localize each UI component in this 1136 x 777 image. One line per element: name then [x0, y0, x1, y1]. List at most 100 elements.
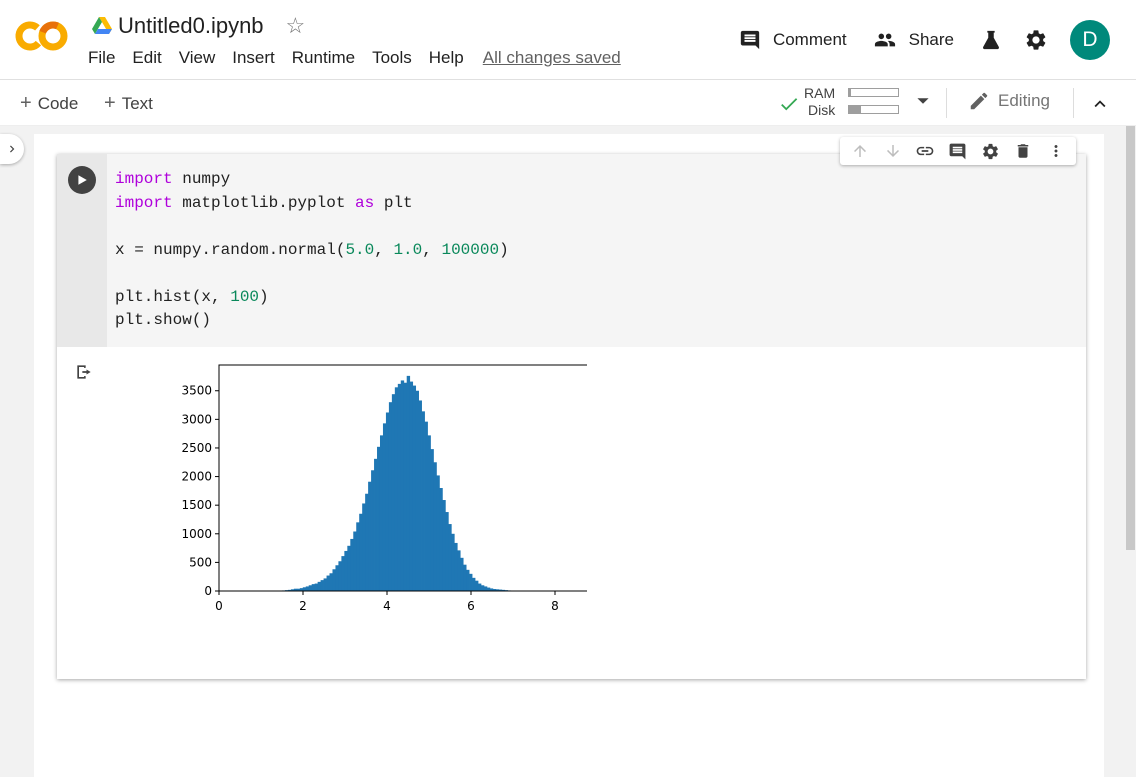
- histogram-bar: [365, 493, 369, 591]
- menu-tools[interactable]: Tools: [372, 48, 412, 68]
- code-token: 100: [230, 287, 260, 306]
- menu-help[interactable]: Help: [429, 48, 464, 68]
- code-token: ,: [374, 240, 394, 259]
- notebook-title[interactable]: Untitled0.ipynb: [118, 13, 264, 39]
- code-token: 100000: [441, 240, 500, 259]
- menu-view[interactable]: View: [179, 48, 216, 68]
- flask-icon[interactable]: [980, 29, 1002, 51]
- histogram-bar: [430, 449, 434, 591]
- histogram-bar: [409, 381, 414, 591]
- histogram-bar: [412, 385, 417, 591]
- cell-toolbar: [840, 137, 1076, 165]
- resource-monitor[interactable]: RAM Disk: [778, 85, 930, 121]
- histogram-bar: [374, 458, 378, 591]
- code-cell[interactable]: import numpy import matplotlib.pyplot as …: [57, 154, 1086, 679]
- histogram-bar: [356, 522, 360, 591]
- code-token: ): [259, 287, 269, 306]
- histogram-bar: [418, 400, 422, 591]
- histogram-bar: [302, 587, 307, 591]
- histogram-bar: [305, 586, 310, 591]
- menu-file[interactable]: File: [88, 48, 115, 68]
- save-status-link[interactable]: All changes saved: [483, 48, 621, 68]
- code-token: import: [115, 170, 173, 188]
- histogram-bar: [436, 475, 440, 591]
- histogram-bar: [317, 581, 322, 591]
- histogram-bar: [445, 512, 449, 591]
- histogram-bar: [362, 503, 366, 591]
- link-icon[interactable]: [912, 139, 938, 163]
- histogram-bar: [314, 583, 319, 591]
- code-line: import matplotlib.pyplot as plt: [115, 192, 509, 216]
- collapse-header-icon[interactable]: [1089, 93, 1111, 115]
- menu-insert[interactable]: Insert: [232, 48, 275, 68]
- move-down-icon[interactable]: [880, 139, 906, 163]
- histogram-bar: [486, 587, 491, 591]
- menu-edit[interactable]: Edit: [132, 48, 161, 68]
- histogram-bar: [448, 524, 452, 591]
- disk-usage-bar: [848, 105, 899, 114]
- histogram-bar: [332, 569, 336, 591]
- histogram-bar: [388, 402, 393, 591]
- star-icon[interactable]: ☆: [286, 15, 306, 37]
- histogram-bar: [344, 550, 348, 591]
- google-drive-icon[interactable]: [92, 17, 112, 35]
- ram-usage-bar: [848, 88, 899, 97]
- disk-label: Disk: [808, 102, 836, 118]
- code-line: import numpy: [115, 168, 509, 192]
- comment-icon[interactable]: [945, 139, 971, 163]
- user-avatar[interactable]: D: [1070, 20, 1110, 60]
- histogram-bars: [282, 375, 512, 591]
- histogram-bar: [415, 390, 419, 591]
- editing-mode-button[interactable]: Editing: [968, 90, 1050, 112]
- y-tick-label: 3000: [181, 412, 212, 426]
- histogram-bar: [466, 569, 470, 591]
- scrollbar-thumb[interactable]: [1126, 126, 1135, 550]
- histogram-bar: [341, 556, 345, 591]
- share-label: Share: [908, 30, 954, 49]
- add-code-button[interactable]: + Code: [20, 92, 78, 115]
- app-header: Untitled0.ipynb ☆ File Edit View Insert …: [0, 0, 1136, 80]
- add-text-button[interactable]: + Text: [104, 92, 153, 115]
- code-editor[interactable]: import numpy import matplotlib.pyplot as …: [107, 154, 1086, 347]
- code-token: ): [499, 240, 509, 259]
- run-cell-button[interactable]: [68, 166, 96, 194]
- dropdown-arrow-icon[interactable]: [916, 94, 930, 108]
- code-token: ,: [422, 240, 442, 259]
- code-token: numpy: [172, 170, 231, 188]
- menu-runtime[interactable]: Runtime: [292, 48, 355, 68]
- output-redirect-icon[interactable]: [74, 362, 94, 382]
- x-tick-label: 0: [215, 599, 223, 613]
- y-tick-label: 2500: [181, 441, 212, 455]
- more-vert-icon[interactable]: [1043, 139, 1069, 163]
- histogram-plot: 0 2 4 6 8 0 500 1000 1500 2000 2500 3000 3500: [181, 364, 587, 613]
- connected-check-icon: [781, 98, 798, 111]
- cell-settings-gear-icon[interactable]: [978, 139, 1004, 163]
- histogram-bar: [433, 462, 437, 591]
- histogram-bar: [406, 375, 411, 591]
- code-token: as: [355, 193, 375, 212]
- histogram-bar: [427, 435, 431, 591]
- histogram-bar: [439, 488, 443, 591]
- x-tick-label: 8: [551, 599, 559, 613]
- x-axis-ticks: 0 2 4 6 8: [215, 591, 559, 613]
- settings-gear-icon[interactable]: [1024, 28, 1048, 52]
- histogram-bar: [308, 585, 313, 591]
- histogram-bar: [326, 575, 330, 591]
- histogram-bar: [421, 411, 425, 591]
- trash-icon[interactable]: [1010, 139, 1036, 163]
- histogram-bar: [377, 446, 381, 591]
- header-actions: Comment Share D: [739, 18, 1136, 62]
- play-icon: [78, 175, 87, 185]
- comment-button[interactable]: Comment: [739, 29, 847, 51]
- histogram-bar: [463, 564, 467, 591]
- histogram-bar: [460, 557, 464, 591]
- histogram-bar: [483, 586, 488, 591]
- histogram-bar: [477, 583, 482, 591]
- plus-icon: +: [20, 92, 32, 114]
- move-up-icon[interactable]: [847, 139, 873, 163]
- colab-logo[interactable]: [14, 18, 70, 54]
- comment-label: Comment: [772, 30, 847, 49]
- disk-usage-fill: [849, 106, 862, 113]
- share-button[interactable]: Share: [873, 29, 954, 51]
